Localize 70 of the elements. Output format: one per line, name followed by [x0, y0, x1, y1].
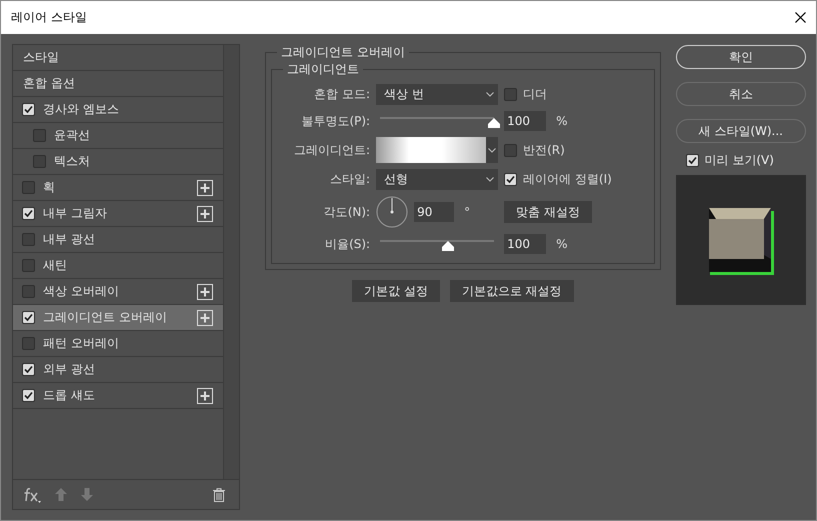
dialog-button[interactable]: 새 스타일(W)... [676, 119, 806, 143]
checkbox[interactable] [504, 144, 518, 156]
trash-icon[interactable] [213, 488, 226, 502]
dialog-button[interactable]: 취소 [676, 82, 806, 106]
checkbox[interactable] [22, 233, 35, 246]
style-list-item[interactable]: 내부 광선 [13, 227, 224, 253]
scrollbar[interactable] [223, 45, 240, 479]
angle-dial[interactable] [376, 196, 408, 228]
style-list-item[interactable]: 획 [13, 175, 224, 201]
blend-mode-dropdown[interactable]: 색상 번 [376, 84, 498, 105]
window-title: 레이어 스타일 [11, 9, 87, 26]
style-list-item[interactable]: 경사와 엠보스 [13, 97, 224, 123]
checkbox[interactable] [22, 259, 35, 272]
checkbox[interactable] [22, 337, 35, 350]
unit-label: ° [464, 205, 470, 219]
group-title: 그레이디언트 [286, 61, 360, 78]
slider-thumb[interactable] [442, 241, 454, 251]
section-title: 그레이디언트 오버레이 [280, 44, 406, 61]
style-list-item[interactable]: 새틴 [13, 253, 224, 279]
checkbox[interactable] [22, 207, 35, 220]
style-list-item[interactable]: 드롭 섀도 [13, 383, 224, 409]
plus-icon[interactable] [197, 284, 214, 300]
fx-icon[interactable] [23, 486, 41, 502]
chevron-icon [486, 92, 494, 97]
field-label: 각도(N): [322, 204, 370, 220]
checkbox-label: 반전(R) [523, 142, 565, 158]
chevron-icon [486, 177, 494, 182]
checkbox[interactable] [504, 173, 518, 186]
style-list-item[interactable]: 내부 그림자 [13, 201, 224, 227]
number-field[interactable]: 100 [504, 234, 546, 254]
style-dropdown[interactable]: 선형 [376, 169, 498, 190]
chevron-icon [488, 148, 496, 152]
plus-icon[interactable] [197, 388, 214, 404]
field-label: 불투명도(P): [300, 112, 370, 130]
number-field[interactable]: 90 [414, 202, 454, 222]
checkbox-label: 레이어에 정렬(I) [523, 171, 612, 188]
style-list-item[interactable]: 패턴 오버레이 [13, 331, 224, 357]
dialog-button[interactable]: 확인 [676, 45, 806, 69]
checkbox[interactable] [33, 129, 46, 142]
field-label: 스타일: [329, 171, 370, 188]
checkbox[interactable] [22, 181, 35, 194]
checkbox[interactable] [22, 285, 35, 298]
checkbox[interactable] [686, 154, 699, 167]
default-button[interactable]: 기본값으로 재설정 [450, 280, 574, 302]
checkbox[interactable] [22, 103, 35, 116]
number-field[interactable]: 100 [504, 111, 546, 131]
unit-label: % [556, 237, 568, 251]
style-list-item[interactable]: 텍스처 [13, 149, 224, 175]
unit-label: % [556, 114, 568, 128]
plus-icon[interactable] [197, 310, 214, 326]
gradient-picker[interactable] [376, 137, 498, 163]
checkbox[interactable] [22, 389, 35, 402]
style-list-item[interactable]: 윤곽선 [13, 123, 224, 149]
close-icon[interactable] [795, 12, 806, 23]
checkbox[interactable] [22, 363, 35, 376]
checkbox-label: 디더 [523, 86, 548, 103]
checkbox[interactable] [33, 155, 46, 168]
checkbox[interactable] [504, 88, 518, 101]
checkbox-label: 미리 보기(V) [704, 152, 774, 169]
style-list-item[interactable]: 그레이디언트 오버레이 [13, 305, 224, 331]
field-label: 혼합 모드: [313, 86, 370, 103]
plus-icon[interactable] [197, 206, 214, 222]
slider-thumb[interactable] [488, 118, 500, 128]
default-button[interactable]: 기본값 설정 [352, 280, 440, 302]
field-label: 그레이디언트: [293, 142, 370, 158]
reset-alignment-button[interactable]: 맞춤 재설정 [504, 201, 592, 223]
field-label: 비율(S): [324, 236, 370, 252]
style-list-item[interactable]: 외부 광선 [13, 357, 224, 383]
plus-icon[interactable] [197, 180, 214, 196]
checkbox[interactable] [22, 311, 35, 324]
